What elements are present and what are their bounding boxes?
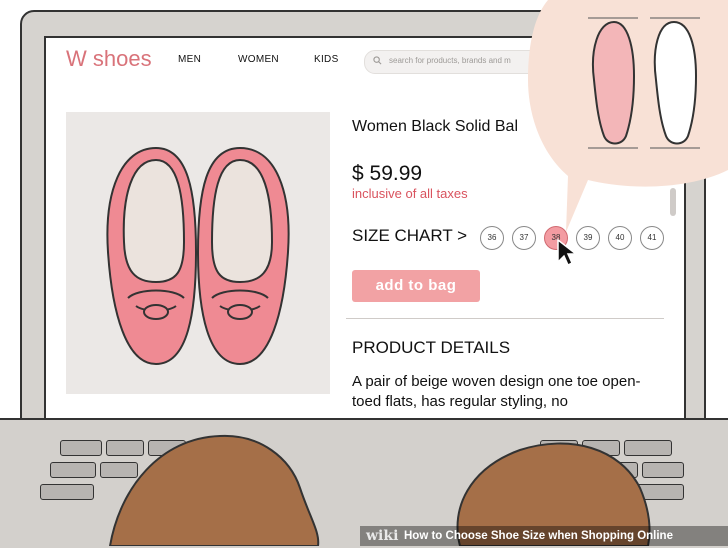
product-image[interactable]	[66, 112, 330, 394]
foot-size-diagram	[528, 0, 728, 232]
foot-measure-bubble	[528, 0, 728, 240]
product-description: A pair of beige woven design one toe ope…	[352, 373, 641, 410]
product-title: Women Black Solid Bal	[352, 118, 518, 135]
divider	[346, 318, 664, 319]
key	[60, 440, 102, 456]
nav-kids[interactable]: KIDS	[314, 54, 339, 65]
key	[40, 484, 94, 500]
search-icon	[373, 56, 382, 65]
size-option-36[interactable]: 36	[480, 226, 504, 250]
key	[50, 462, 96, 478]
tax-note: inclusive of all taxes	[352, 186, 468, 201]
mouse-cursor-icon	[557, 238, 578, 267]
watermark-logo: wiki	[366, 528, 399, 544]
nav-men[interactable]: MEN	[178, 54, 201, 65]
product-price: $ 59.99	[352, 162, 423, 185]
add-to-bag-button[interactable]: add to bag	[352, 270, 480, 302]
caption-text: How to Choose Shoe Size when Shopping On…	[404, 530, 673, 542]
site-logo[interactable]: W shoes	[66, 46, 152, 72]
nav-women[interactable]: WOMEN	[238, 54, 279, 65]
search-placeholder: search for products, brands and m	[389, 56, 511, 65]
size-chart-link[interactable]: SIZE CHART >	[352, 226, 467, 246]
flat-shoes-graphic	[106, 146, 290, 366]
product-details-heading: PRODUCT DETAILS	[352, 338, 511, 357]
laptop-illustration: W shoes MEN WOMEN KIDS search for produc…	[0, 0, 728, 548]
caption-bar: wiki How to Choose Shoe Size when Shoppi…	[0, 526, 728, 546]
